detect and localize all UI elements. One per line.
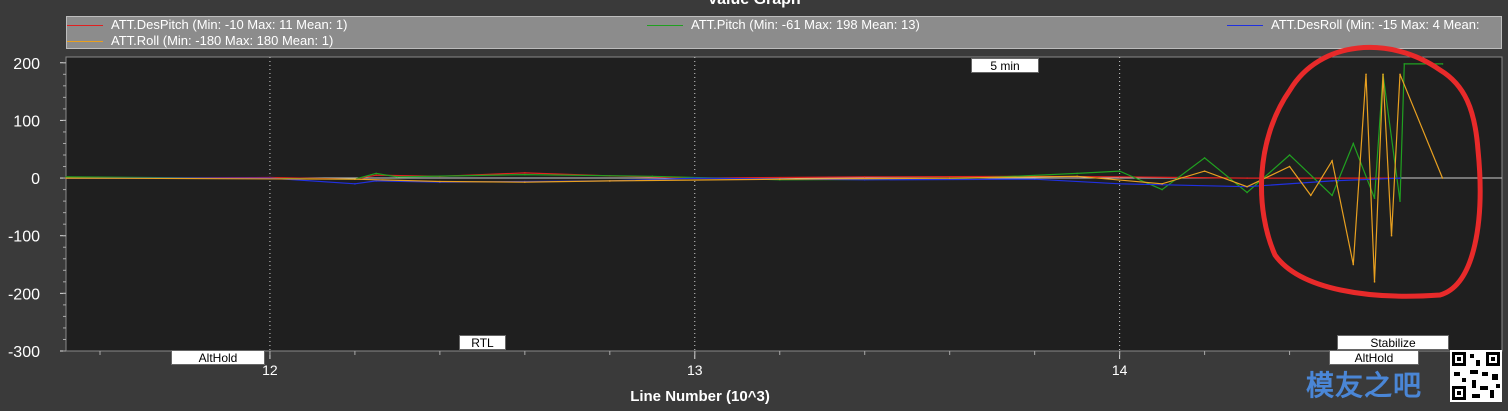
mode-label-althold-2: AltHold [1329, 350, 1419, 365]
data-point [439, 180, 441, 183]
data-point [354, 178, 356, 181]
data-point [1161, 188, 1163, 191]
data-point [1403, 63, 1406, 65]
data-point [1441, 63, 1444, 65]
data-point [1352, 142, 1355, 145]
data-point [1203, 170, 1206, 172]
mode-label-stabilize: Stabilize [1337, 335, 1449, 350]
data-point [1382, 73, 1384, 76]
data-point [375, 172, 377, 175]
data-point [1399, 73, 1401, 76]
data-point [1161, 183, 1163, 185]
x-tick-label: 13 [687, 362, 703, 378]
data-point [609, 180, 611, 182]
data-point [1373, 281, 1376, 283]
qr-code-icon [1450, 350, 1502, 402]
data-point [1352, 263, 1355, 266]
data-point [1033, 178, 1036, 181]
data-point [1310, 194, 1312, 197]
data-point [1118, 183, 1121, 185]
x-axis-label: Line Number (10^3) [630, 388, 770, 405]
y-tick-label: 200 [13, 56, 40, 73]
y-tick-label: -100 [8, 229, 40, 246]
data-point [1118, 176, 1121, 178]
data-point [1331, 159, 1333, 162]
y-tick-label: 0 [31, 171, 40, 188]
data-point [396, 176, 399, 178]
plot-background [65, 56, 1503, 352]
data-point [778, 178, 781, 181]
data-point [354, 183, 356, 185]
data-point [693, 177, 696, 179]
y-tick-label: -200 [8, 286, 40, 303]
data-point [1076, 175, 1078, 178]
data-point [1076, 172, 1078, 175]
data-point [1373, 197, 1376, 200]
data-point [1331, 177, 1333, 179]
data-point [1390, 234, 1393, 237]
data-point [1331, 180, 1333, 182]
data-point [524, 172, 526, 174]
watermark-logo: 模友之吧 [1306, 369, 1423, 402]
data-point [1246, 185, 1248, 188]
time-marker-label: 5 min [971, 58, 1039, 73]
data-point [1203, 157, 1206, 159]
data-point [651, 175, 654, 178]
mode-label-rtl: RTL [459, 335, 506, 350]
x-tick-label: 14 [1112, 362, 1128, 378]
data-point [1331, 194, 1333, 197]
data-point [524, 173, 526, 176]
data-point [1288, 165, 1291, 168]
mode-label-althold: AltHold [171, 350, 265, 365]
data-point [375, 174, 377, 176]
data-point [1246, 177, 1248, 179]
data-point [863, 176, 866, 178]
data-point [65, 177, 67, 179]
data-point [1118, 170, 1121, 172]
data-point [524, 181, 526, 183]
y-tick-label: 100 [13, 113, 40, 130]
data-point [1246, 191, 1248, 194]
data-point [1365, 73, 1367, 76]
data-point [1399, 177, 1401, 179]
data-point [948, 177, 951, 179]
y-tick-label: -300 [8, 344, 40, 361]
data-point [1288, 154, 1291, 156]
data-point [1399, 200, 1401, 202]
data-point [1441, 177, 1444, 179]
